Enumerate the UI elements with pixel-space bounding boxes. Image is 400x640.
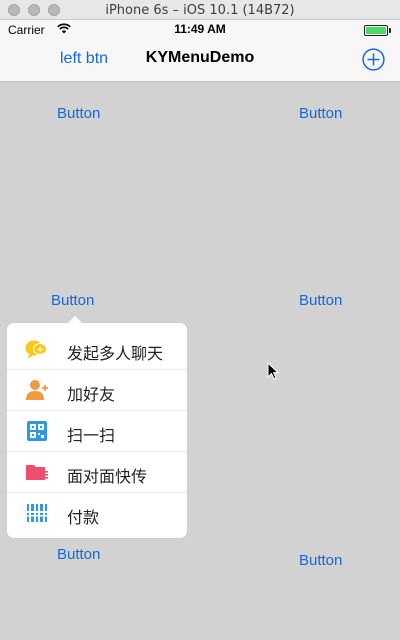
menu-item-label: 扫一扫: [67, 426, 116, 445]
barcode-pay-icon: [25, 502, 49, 524]
menu-item-add-friend[interactable]: 加好友: [7, 370, 187, 411]
scan-qr-icon: [25, 420, 49, 442]
window-title: iPhone 6s – iOS 10.1 (14B72): [105, 3, 295, 18]
status-bar: Carrier 11:49 AM: [0, 20, 400, 40]
button-middle-right[interactable]: Button: [299, 292, 342, 309]
menu-arrow: [68, 316, 82, 323]
svg-text:+: +: [36, 346, 44, 356]
navigation-bar: left btn KYMenuDemo: [0, 40, 400, 82]
menu-item-scan[interactable]: 扫一扫: [7, 411, 187, 452]
button-top-right[interactable]: Button: [299, 105, 342, 122]
nav-title: KYMenuDemo: [145, 49, 255, 66]
menu-item-label: 加好友: [67, 385, 116, 404]
menu-item-payment[interactable]: 付款: [7, 493, 187, 534]
battery-icon: [364, 25, 388, 36]
menu-item-face-transfer[interactable]: 面对面快传: [7, 452, 187, 493]
button-bottom-right[interactable]: Button: [299, 552, 342, 569]
menu-item-label: 付款: [67, 508, 100, 527]
status-time: 11:49 AM: [174, 22, 226, 36]
button-middle-left[interactable]: Button: [51, 292, 94, 309]
add-friend-icon: [25, 379, 49, 401]
simulator-titlebar: iPhone 6s – iOS 10.1 (14B72): [0, 0, 400, 20]
menu-item-label: 发起多人聊天: [67, 344, 164, 363]
battery-level: [366, 27, 386, 34]
popover-menu: + 发起多人聊天 加好友 扫一扫 面对面快传 付款: [7, 323, 187, 538]
menu-item-label: 面对面快传: [67, 467, 148, 486]
button-bottom-left[interactable]: Button: [57, 546, 100, 563]
plus-circle-icon[interactable]: [362, 48, 385, 71]
battery-cap: [389, 28, 391, 33]
menu-item-group-chat[interactable]: + 发起多人聊天: [7, 329, 187, 370]
mouse-cursor-icon: [267, 361, 280, 380]
folder-transfer-icon: [25, 461, 49, 483]
group-chat-icon: +: [25, 338, 49, 360]
button-top-left[interactable]: Button: [57, 105, 100, 122]
